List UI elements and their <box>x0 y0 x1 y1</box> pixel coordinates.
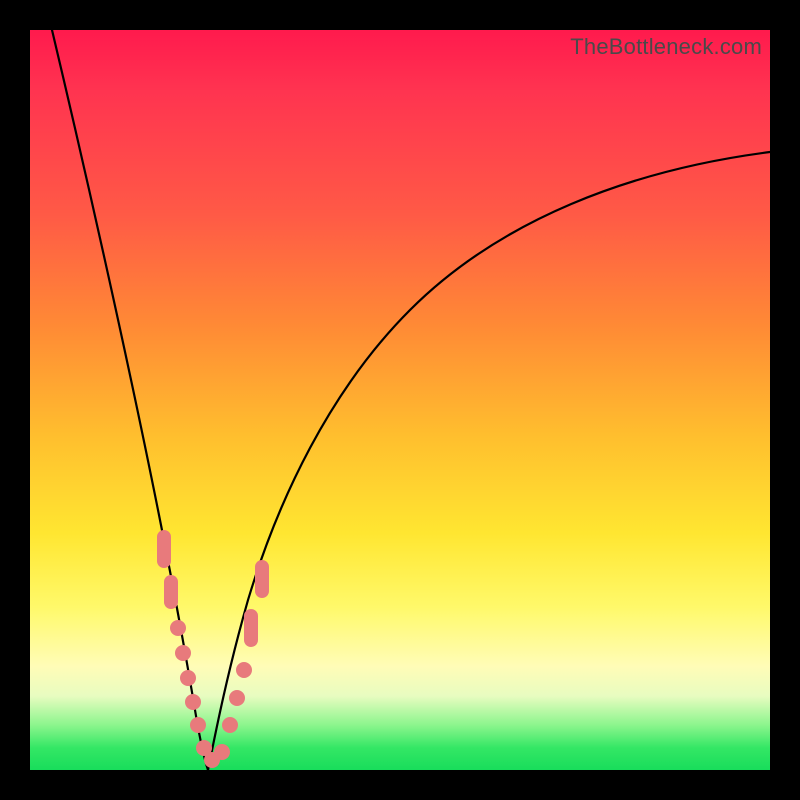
marker-left-3 <box>170 620 186 636</box>
plot-area: TheBottleneck.com <box>30 30 770 770</box>
marker-right-4 <box>244 609 258 647</box>
marker-right-2 <box>229 690 245 706</box>
right-branch-curve <box>208 152 770 770</box>
marker-left-7 <box>190 717 206 733</box>
watermark-text: TheBottleneck.com <box>570 34 762 60</box>
marker-trough-3 <box>214 744 230 760</box>
marker-right-1 <box>222 717 238 733</box>
marker-left-4 <box>175 645 191 661</box>
marker-left-1 <box>157 530 171 568</box>
marker-group <box>157 530 269 768</box>
marker-left-2 <box>164 575 178 609</box>
marker-right-5 <box>255 560 269 598</box>
chart-frame: TheBottleneck.com <box>0 0 800 800</box>
marker-left-5 <box>180 670 196 686</box>
marker-left-6 <box>185 694 201 710</box>
curve-layer <box>30 30 770 770</box>
marker-right-3 <box>236 662 252 678</box>
